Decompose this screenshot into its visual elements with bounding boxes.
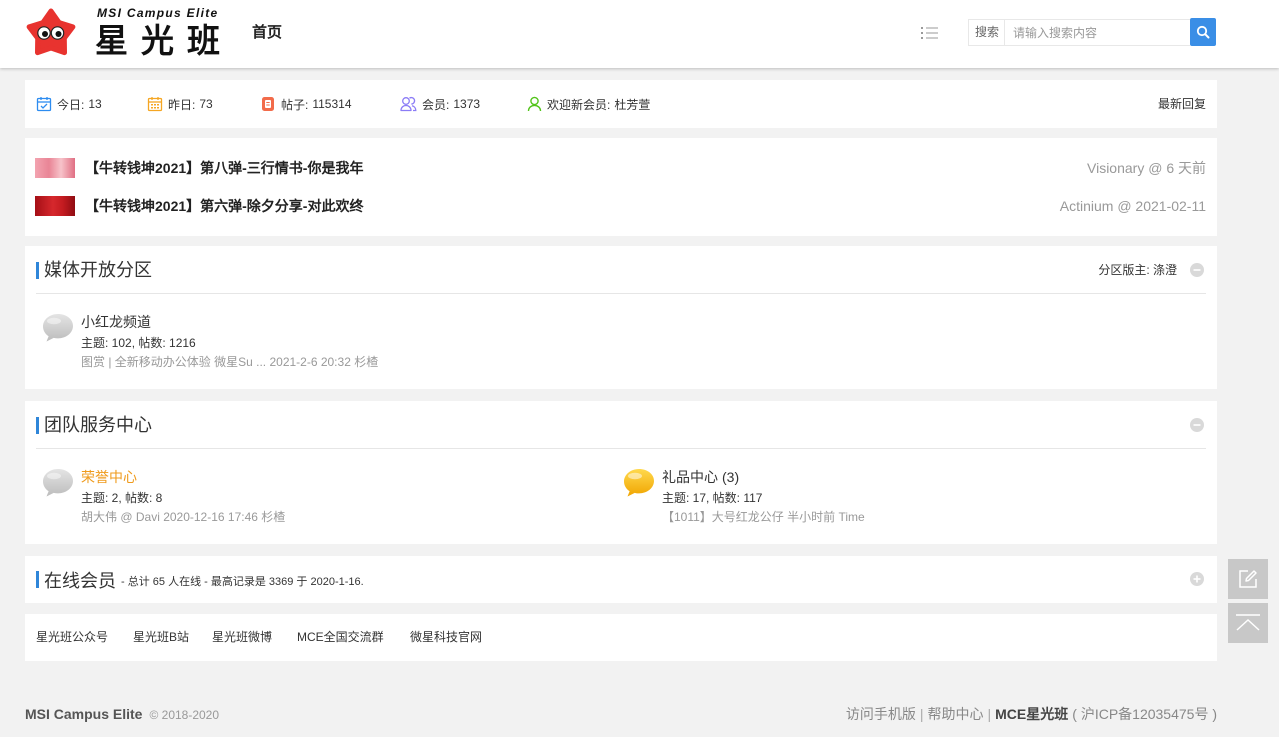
featured-item: 【牛转钱坤2021】第六弹-除夕分享-对此欢终 Actinium @ 2021-… bbox=[25, 194, 1217, 218]
friend-links: 星光班公众号 星光班B站 星光班微博 MCE全国交流群 微星科技官网 bbox=[25, 614, 1217, 661]
search-button[interactable] bbox=[1190, 18, 1216, 46]
footer-brand[interactable]: MSI Campus Elite bbox=[25, 706, 142, 722]
expand-icon[interactable] bbox=[1190, 572, 1204, 586]
calendar-check-icon bbox=[36, 97, 52, 112]
section-divider bbox=[36, 448, 1206, 449]
forum-stats: 主题: 2, 帖数: 8 bbox=[81, 491, 163, 505]
stat-posts: 帖子: 115314 bbox=[260, 80, 352, 128]
section-online: 在线会员 - 总计 65 人在线 - 最高记录是 3369 于 2020-1-1… bbox=[25, 556, 1217, 603]
site-header: MSI Campus Elite 星光班 首页 搜索 bbox=[0, 0, 1279, 68]
section-moderator[interactable]: 分区版主: 涤澄 bbox=[1098, 246, 1177, 294]
stat-members-value: 1373 bbox=[453, 97, 481, 111]
online-title[interactable]: 在线会员 bbox=[44, 567, 116, 593]
forum-last-post[interactable]: 【1011】大号红龙公仔 半小时前 Time bbox=[662, 508, 865, 526]
stat-today-value: 13 bbox=[88, 97, 102, 111]
footer-brand-area: MSI Campus Elite © 2018-2020 bbox=[25, 704, 219, 725]
forum-last-post[interactable]: 胡大伟 @ Davi 2020-12-16 17:46 杉楂 bbox=[81, 508, 285, 526]
stat-yesterday: 昨日: 73 bbox=[147, 80, 213, 128]
forum-bubble-icon[interactable] bbox=[40, 467, 74, 498]
footer-copyright: © 2018-2020 bbox=[149, 708, 220, 722]
footer-icp-link[interactable]: ( 沪ICP备12035475号 ) bbox=[1072, 706, 1217, 722]
back-to-top-icon bbox=[1236, 614, 1260, 631]
stat-new-member: 欢迎新会员: 杜芳萱 bbox=[527, 80, 650, 128]
search-icon bbox=[1196, 25, 1210, 39]
footer-separator: | bbox=[987, 706, 992, 722]
section-title[interactable]: 媒体开放分区 bbox=[44, 246, 152, 294]
featured-thumbnail[interactable] bbox=[35, 196, 75, 216]
new-member-link[interactable]: 杜芳萱 bbox=[614, 96, 650, 113]
featured-meta[interactable]: Visionary @ 6 天前 bbox=[1087, 156, 1206, 180]
friend-link[interactable]: 星光班微博 bbox=[212, 614, 272, 661]
featured-title[interactable]: 【牛转钱坤2021】第六弹-除夕分享-对此欢终 bbox=[85, 194, 363, 218]
stat-yesterday-value: 73 bbox=[199, 97, 213, 111]
featured-posts: 【牛转钱坤2021】第八弹-三行情书-你是我年 Visionary @ 6 天前… bbox=[25, 138, 1217, 236]
stats-bar: 今日: 13 昨日: 73 帖子: 115314 会员: 1373 欢迎新会员:… bbox=[25, 80, 1217, 128]
logo-title: 星光班 bbox=[95, 22, 233, 59]
calendar-icon bbox=[147, 97, 163, 112]
search-box: 搜索 bbox=[968, 19, 1190, 46]
user-icon bbox=[527, 96, 542, 112]
section-title[interactable]: 团队服务中心 bbox=[44, 401, 152, 449]
online-summary: - 总计 65 人在线 - 最高记录是 3369 于 2020-1-16. bbox=[121, 576, 364, 588]
search-input[interactable] bbox=[1005, 20, 1190, 45]
section-team: 团队服务中心 荣誉中心 主题: 2, 帖数: 8 胡大伟 @ Davi 2020… bbox=[25, 401, 1217, 544]
section-divider bbox=[36, 293, 1206, 294]
forum-name[interactable]: 小红龙频道 bbox=[81, 312, 151, 332]
latest-reply-link[interactable]: 最新回复 bbox=[1158, 80, 1206, 128]
featured-title[interactable]: 【牛转钱坤2021】第八弹-三行情书-你是我年 bbox=[85, 156, 363, 180]
forum-item: 荣誉中心 主题: 2, 帖数: 8 胡大伟 @ Davi 2020-12-16 … bbox=[40, 465, 600, 527]
edit-icon bbox=[1239, 570, 1257, 588]
new-post-button[interactable] bbox=[1228, 559, 1268, 599]
forum-name[interactable]: 礼品中心 bbox=[662, 469, 718, 485]
collapse-icon[interactable] bbox=[1190, 263, 1204, 277]
footer-mobile-link[interactable]: 访问手机版 bbox=[846, 706, 916, 722]
stat-today-label: 今日: bbox=[57, 97, 85, 112]
list-icon[interactable] bbox=[921, 26, 938, 40]
friend-link[interactable]: 微星科技官网 bbox=[410, 614, 482, 661]
logo-tagline: MSI Campus Elite bbox=[97, 6, 219, 20]
friend-link[interactable]: 星光班公众号 bbox=[36, 614, 108, 661]
nav-home-link[interactable]: 首页 bbox=[252, 24, 282, 42]
section-accent-bar bbox=[36, 571, 39, 588]
collapse-icon[interactable] bbox=[1190, 418, 1204, 432]
stat-posts-value: 115314 bbox=[312, 97, 352, 111]
star-mascot-icon[interactable] bbox=[24, 7, 78, 59]
forum-item: 小红龙频道 主题: 102, 帖数: 1216 图赏 | 全新移动办公体验 微星… bbox=[40, 310, 600, 372]
users-icon bbox=[400, 97, 417, 112]
friend-link[interactable]: MCE全国交流群 bbox=[297, 614, 384, 661]
featured-item: 【牛转钱坤2021】第八弹-三行情书-你是我年 Visionary @ 6 天前 bbox=[25, 156, 1217, 180]
online-header: 在线会员 - 总计 65 人在线 - 最高记录是 3369 于 2020-1-1… bbox=[44, 556, 364, 603]
section-media: 媒体开放分区 分区版主: 涤澄 小红龙频道 主题: 102, 帖数: 1216 … bbox=[25, 246, 1217, 389]
forum-stats: 主题: 102, 帖数: 1216 bbox=[81, 336, 196, 350]
footer-site-link[interactable]: MCE星光班 bbox=[995, 706, 1068, 722]
forum-item: 礼品中心 (3) 主题: 17, 帖数: 117 【1011】大号红龙公仔 半小时… bbox=[621, 465, 1181, 527]
forum-last-post[interactable]: 图赏 | 全新移动办公体验 微星Su ... 2021-2-6 20:32 杉楂 bbox=[81, 353, 378, 371]
forum-today-count: (3) bbox=[722, 469, 740, 485]
stat-members: 会员: 1373 bbox=[400, 80, 480, 128]
footer-help-link[interactable]: 帮助中心 bbox=[928, 706, 984, 722]
featured-thumbnail[interactable] bbox=[35, 158, 75, 178]
friend-link[interactable]: 星光班B站 bbox=[133, 614, 189, 661]
stat-yesterday-label: 昨日: bbox=[168, 97, 196, 112]
stat-posts-label: 帖子: bbox=[281, 97, 309, 112]
forum-name[interactable]: 荣誉中心 bbox=[81, 467, 137, 487]
document-icon bbox=[262, 97, 274, 111]
forum-bubble-new-icon[interactable] bbox=[621, 467, 655, 498]
back-to-top-button[interactable] bbox=[1228, 603, 1268, 643]
stat-today: 今日: 13 bbox=[36, 80, 102, 128]
search-label: 搜索 bbox=[969, 20, 1006, 45]
footer-separator: | bbox=[919, 706, 924, 722]
footer-links: 访问手机版 | 帮助中心 | MCE星光班( 沪ICP备12035475号 ) bbox=[846, 704, 1217, 724]
forum-bubble-icon[interactable] bbox=[40, 312, 74, 343]
forum-name-row: 礼品中心 (3) bbox=[662, 467, 739, 487]
section-accent-bar bbox=[36, 262, 39, 279]
stat-members-label: 会员: bbox=[422, 97, 450, 112]
section-accent-bar bbox=[36, 417, 39, 434]
stat-new-member-label: 欢迎新会员: bbox=[547, 97, 611, 112]
featured-meta[interactable]: Actinium @ 2021-02-11 bbox=[1060, 194, 1206, 218]
forum-stats: 主题: 17, 帖数: 117 bbox=[662, 491, 763, 505]
